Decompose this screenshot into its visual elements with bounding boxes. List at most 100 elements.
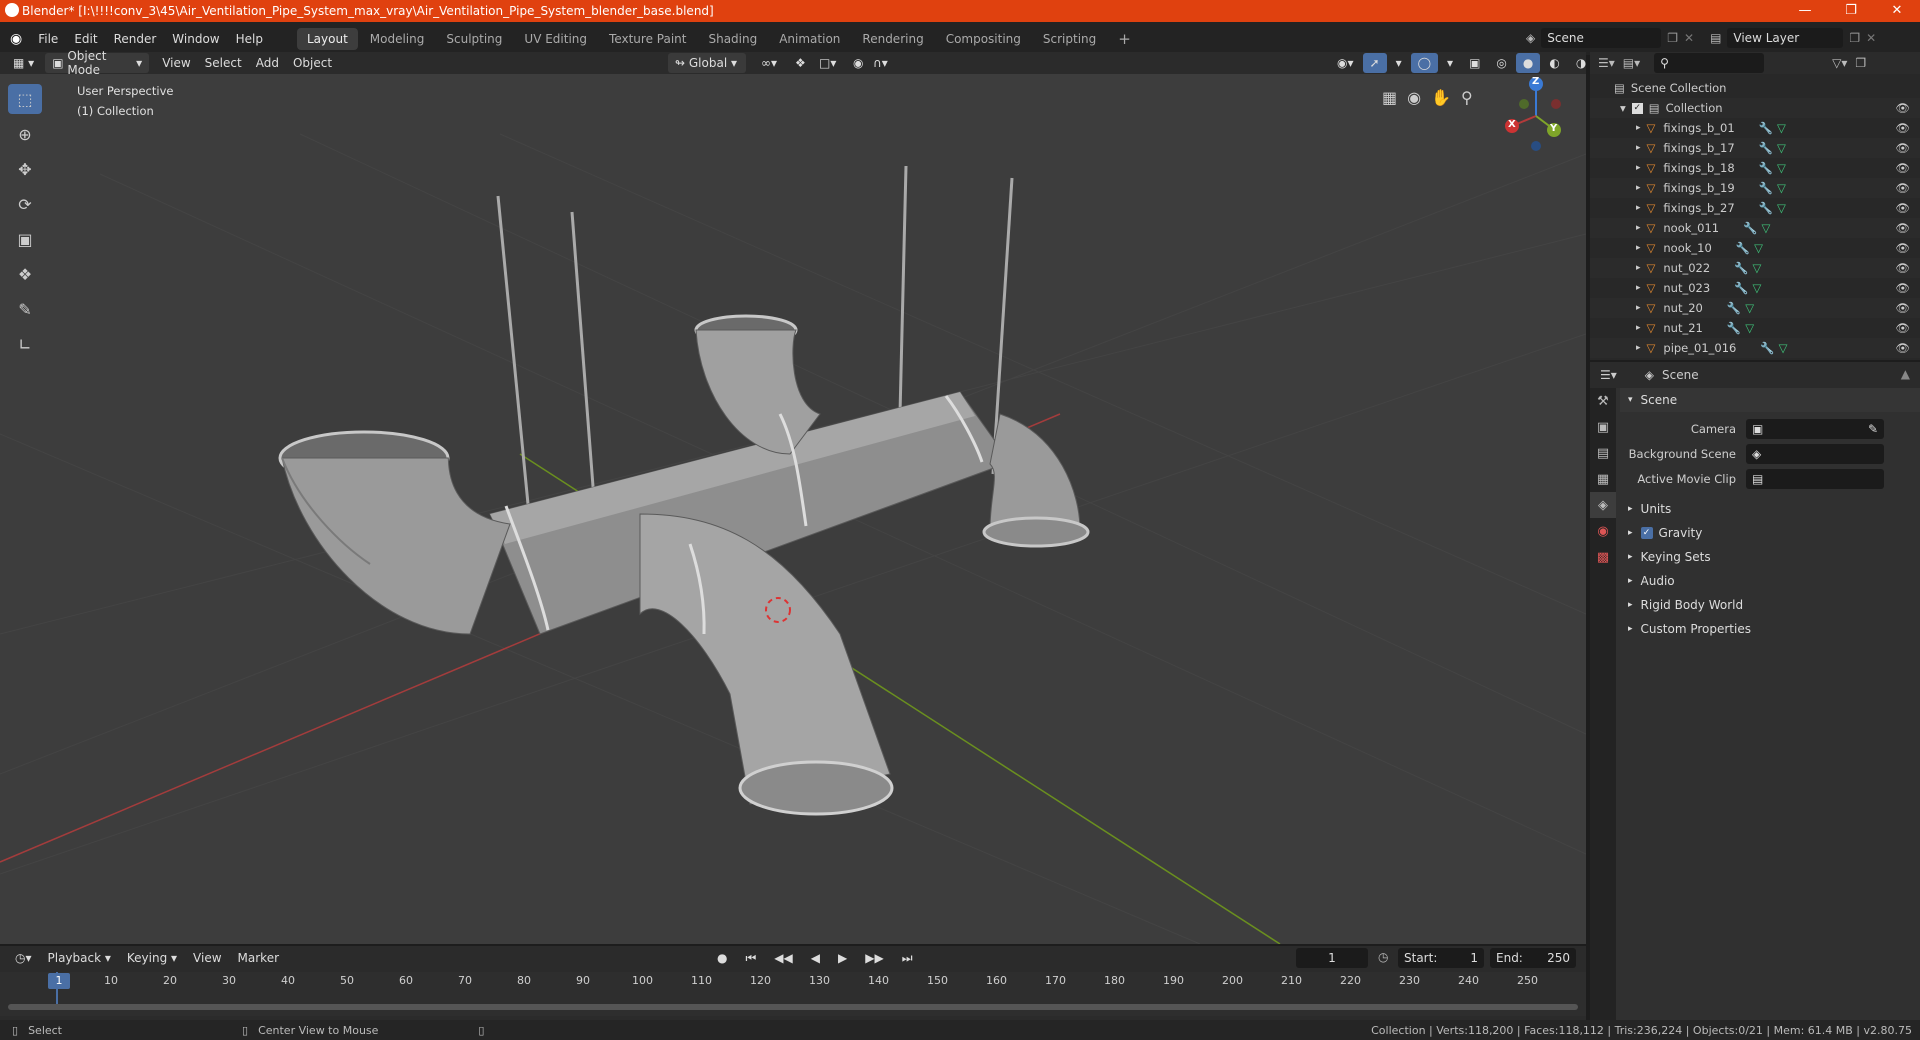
mode-dropdown[interactable]: ▣ Object Mode ▾	[45, 49, 150, 77]
navigation-gizmo[interactable]: Z X Y	[1500, 74, 1570, 154]
workspace-tab-texture-paint[interactable]: Texture Paint	[599, 28, 696, 50]
properties-editor-type-icon[interactable]: ☰▾	[1600, 368, 1617, 382]
timeline-scrollbar[interactable]	[8, 1004, 1578, 1010]
outliner-item[interactable]: ▸ ▽ nook_10 🔧 ▽ 👁	[1590, 238, 1920, 258]
next-keyframe-icon[interactable]: ▶▶	[858, 948, 890, 968]
annotate-tool-icon[interactable]: ✎	[8, 294, 42, 324]
eye-icon[interactable]: 👁	[1895, 161, 1910, 175]
active-movie-clip-field[interactable]: ▤	[1746, 468, 1884, 489]
clock-icon[interactable]: ◷	[1378, 950, 1388, 964]
view-layer-remove-icon[interactable]: ✕	[1866, 31, 1876, 45]
menu-select[interactable]: Select	[198, 53, 249, 73]
maximize-button[interactable]: ❐	[1828, 0, 1874, 22]
new-collection-icon[interactable]: ❐	[1855, 56, 1866, 70]
cursor-tool-icon[interactable]: ⊕	[8, 119, 42, 149]
workspace-tab-modeling[interactable]: Modeling	[360, 28, 435, 50]
menu-file[interactable]: File	[30, 32, 66, 46]
eye-icon[interactable]: 👁	[1895, 141, 1910, 155]
menu-edit[interactable]: Edit	[66, 32, 105, 46]
outliner-item[interactable]: ▸ ▽ nut_022 🔧 ▽ 👁	[1590, 258, 1920, 278]
view-layer-field[interactable]: View Layer	[1727, 28, 1844, 48]
scale-tool-icon[interactable]: ▣	[8, 224, 42, 254]
play-reverse-icon[interactable]: ◀	[804, 948, 827, 968]
output-tab-icon[interactable]: ▤	[1590, 440, 1616, 466]
eyedropper-icon[interactable]: ✎	[1868, 422, 1878, 436]
camera-view-icon[interactable]: ◉	[1407, 88, 1421, 107]
timeline-editor-type-icon[interactable]: ◷▾	[8, 948, 39, 968]
orientation-dropdown[interactable]: ↬ Global ▾	[668, 53, 746, 73]
menu-render[interactable]: Render	[106, 32, 165, 46]
gravity-checkbox[interactable]: ✓	[1640, 527, 1653, 539]
outliner-item[interactable]: ▸ ▽ nut_023 🔧 ▽ 👁	[1590, 278, 1920, 298]
transform-tool-icon[interactable]: ❖	[8, 259, 42, 289]
falloff-icon[interactable]: ∩▾	[866, 53, 895, 73]
eye-icon[interactable]: 👁	[1895, 201, 1910, 215]
expand-arrow-icon[interactable]: ▸	[1636, 123, 1641, 133]
workspace-tab-shading[interactable]: Shading	[698, 28, 767, 50]
expand-arrow-icon[interactable]: ▸	[1636, 203, 1641, 213]
prev-keyframe-icon[interactable]: ◀◀	[767, 948, 799, 968]
snap-icon[interactable]: ❖	[788, 53, 813, 73]
eye-icon[interactable]: 👁	[1895, 321, 1910, 335]
scene-browse-icon[interactable]: ◈	[1526, 31, 1535, 45]
expand-arrow-icon[interactable]: ▸	[1636, 303, 1641, 313]
outliner-item[interactable]: ▸ ▽ nut_21 🔧 ▽ 👁	[1590, 318, 1920, 338]
jump-start-icon[interactable]: ⏮	[738, 948, 763, 968]
xray-icon[interactable]: ▣	[1462, 53, 1487, 73]
wireframe-shading-icon[interactable]: ◎	[1489, 53, 1513, 73]
outliner-item[interactable]: ▸ ▽ fixings_b_18 🔧 ▽ 👁	[1590, 158, 1920, 178]
rotate-tool-icon[interactable]: ⟳	[8, 189, 42, 219]
background-scene-field[interactable]: ◈	[1746, 443, 1884, 464]
eye-icon[interactable]: 👁	[1895, 181, 1910, 195]
measure-tool-icon[interactable]: ∟	[8, 329, 42, 359]
menu-window[interactable]: Window	[164, 32, 227, 46]
jump-end-icon[interactable]: ⏭	[895, 948, 920, 968]
snap-target-icon[interactable]: □▾	[812, 53, 843, 73]
rigid-body-world-panel-header[interactable]: ▸ Rigid Body World	[1620, 593, 1920, 617]
outliner-item[interactable]: ▸ ▽ fixings_b_17 🔧 ▽ 👁	[1590, 138, 1920, 158]
outliner-search-input[interactable]: ⚲	[1654, 53, 1765, 73]
overlay-toggle-icon[interactable]: ◯	[1410, 53, 1439, 73]
camera-field[interactable]: ▣ ✎	[1746, 418, 1884, 439]
eye-icon[interactable]: 👁	[1895, 101, 1910, 115]
keying-sets-panel-header[interactable]: ▸ Keying Sets	[1620, 545, 1920, 569]
expand-arrow-icon[interactable]: ▸	[1636, 143, 1641, 153]
workspace-tab-sculpting[interactable]: Sculpting	[436, 28, 512, 50]
current-frame-field[interactable]: 1	[1296, 948, 1368, 968]
custom-properties-panel-header[interactable]: ▸ Custom Properties	[1620, 617, 1920, 641]
minimize-button[interactable]: —	[1782, 0, 1828, 22]
solid-shading-icon[interactable]: ●	[1515, 53, 1541, 73]
menu-timeline-view[interactable]: View	[186, 948, 228, 968]
menu-keying[interactable]: Keying ▾	[120, 948, 184, 968]
material-shading-icon[interactable]: ◐	[1542, 53, 1566, 73]
expand-arrow-icon[interactable]: ▸	[1636, 243, 1641, 253]
expand-arrow-icon[interactable]: ▸	[1636, 343, 1641, 353]
menu-object[interactable]: Object	[286, 53, 339, 73]
gravity-panel-header[interactable]: ▸ ✓ Gravity	[1620, 521, 1920, 545]
outliner-item[interactable]: ▸ ▽ pipe_01_016 🔧 ▽ 👁	[1590, 338, 1920, 358]
scene-section-header[interactable]: ▾ Scene	[1620, 388, 1920, 412]
eye-icon[interactable]: 👁	[1895, 221, 1910, 235]
workspace-tab-animation[interactable]: Animation	[769, 28, 850, 50]
expand-arrow-icon[interactable]: ▾	[1620, 101, 1626, 115]
menu-add[interactable]: Add	[249, 53, 286, 73]
workspace-tab-uv-editing[interactable]: UV Editing	[514, 28, 597, 50]
pivot-icon[interactable]: ∞▾	[754, 53, 784, 73]
outliner-item[interactable]: ▸ ▽ fixings_b_27 🔧 ▽ 👁	[1590, 198, 1920, 218]
outliner-item[interactable]: ▸ ▽ nook_011 🔧 ▽ 👁	[1590, 218, 1920, 238]
collection-checkbox[interactable]: ✓	[1631, 102, 1643, 114]
timeline-ruler[interactable]: 1 10 20 30 40 50 60 70 80 90 100 110 120…	[0, 972, 1586, 1016]
filter-icon[interactable]: ▽▾	[1832, 56, 1847, 70]
gizmo-toggle-icon[interactable]: ➚	[1362, 53, 1387, 73]
workspace-tab-scripting[interactable]: Scripting	[1033, 28, 1106, 50]
menu-marker[interactable]: Marker	[231, 948, 286, 968]
expand-arrow-icon[interactable]: ▸	[1636, 223, 1641, 233]
audio-panel-header[interactable]: ▸ Audio	[1620, 569, 1920, 593]
record-icon[interactable]: ●	[710, 948, 734, 968]
world-tab-icon[interactable]: ◉	[1590, 518, 1616, 544]
menu-view[interactable]: View	[155, 53, 197, 73]
visibility-icon[interactable]: ◉▾	[1330, 53, 1361, 73]
workspace-tab-layout[interactable]: Layout	[296, 27, 358, 50]
start-frame-field[interactable]: Start: 1	[1398, 948, 1484, 968]
view-layer-browse-icon[interactable]: ▤	[1710, 31, 1721, 45]
